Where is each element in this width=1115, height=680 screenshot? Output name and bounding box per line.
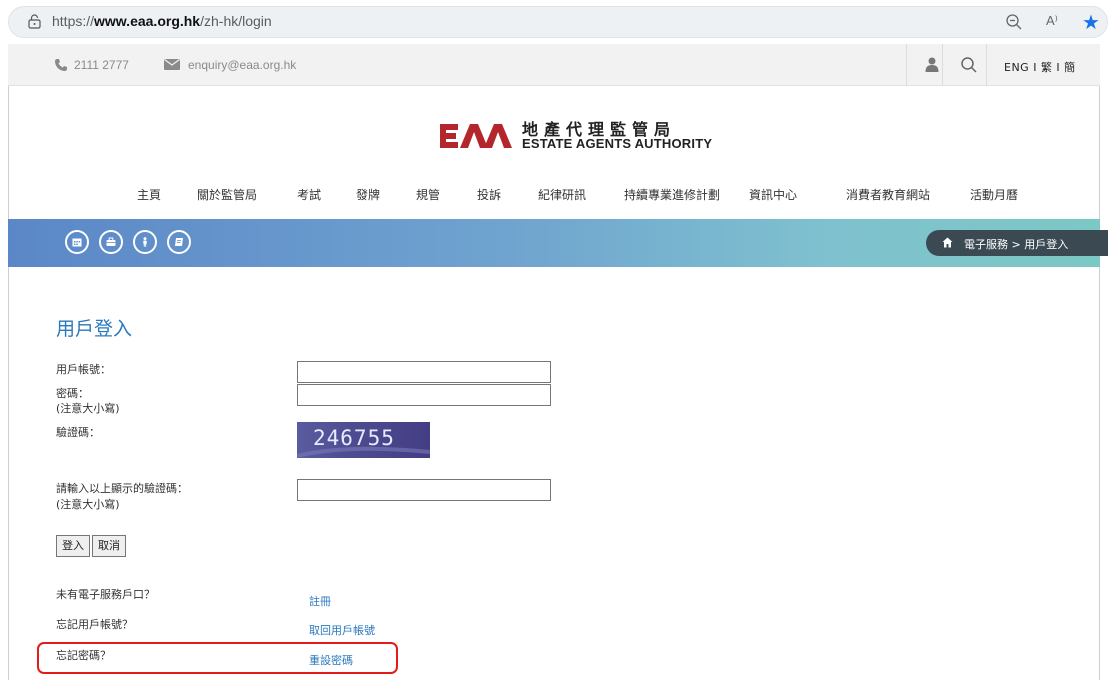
nav-item-home[interactable]: 主頁 <box>137 186 161 203</box>
breadcrumb: 電子服務 > 用戶登入 <box>926 230 1108 256</box>
nav-item-cpd[interactable]: 持續專業進修計劃 <box>624 186 720 203</box>
captcha-label: 驗證碼： <box>56 426 100 439</box>
nav-item-regulation[interactable]: 規管 <box>416 186 440 203</box>
phone-icon <box>55 59 67 71</box>
logo-english-name: ESTATE AGENTS AUTHORITY <box>522 136 713 151</box>
phone-number[interactable]: 2111 2777 <box>74 58 129 72</box>
divider <box>906 44 907 86</box>
browser-address-bar: https://www.eaa.org.hk/zh-hk/login A⁾ ★ <box>0 0 1115 44</box>
calendar-icon[interactable] <box>65 230 89 254</box>
nav-item-complaints[interactable]: 投訴 <box>477 186 501 203</box>
nav-item-about[interactable]: 關於監管局 <box>197 186 257 203</box>
register-link[interactable]: 註冊 <box>309 593 331 609</box>
password-label: 密碼： <box>56 387 89 400</box>
person-icon[interactable] <box>133 230 157 254</box>
username-label: 用戶帳號： <box>56 363 111 376</box>
nav-item-consumer-education[interactable]: 消費者教育網站 <box>846 186 930 203</box>
no-account-question: 未有電子服務戶口？ <box>56 588 155 601</box>
email-link[interactable]: enquiry@eaa.org.hk <box>188 58 296 72</box>
captcha-image: 246755 <box>297 422 430 458</box>
page-banner: 電子服務 > 用戶登入 <box>8 219 1108 267</box>
url-text[interactable]: https://www.eaa.org.hk/zh-hk/login <box>52 13 272 29</box>
divider <box>942 44 943 86</box>
breadcrumb-separator: > <box>1011 238 1021 251</box>
mail-icon <box>164 59 180 70</box>
briefcase-icon[interactable] <box>99 230 123 254</box>
breadcrumb-eservices[interactable]: 電子服務 <box>964 238 1008 251</box>
forgot-username-question: 忘記用戶帳號？ <box>56 618 133 631</box>
search-icon[interactable] <box>960 56 978 74</box>
main-nav: 主頁 關於監管局 考試 發牌 規管 投訴 紀律研訊 持續專業進修計劃 資訊中心 … <box>0 186 1115 206</box>
favorite-star-icon[interactable]: ★ <box>1082 10 1100 34</box>
password-case-note: (注意大小寫) <box>56 402 120 415</box>
page-frame-right <box>1099 44 1100 680</box>
nav-item-disciplinary[interactable]: 紀律研訊 <box>538 186 586 203</box>
zoom-out-icon[interactable] <box>1005 13 1023 31</box>
nav-item-licensing[interactable]: 發牌 <box>356 186 380 203</box>
read-aloud-icon[interactable]: A⁾ <box>1046 13 1058 29</box>
divider <box>986 44 987 86</box>
eaa-logo-mark[interactable] <box>440 122 512 150</box>
page-title: 用戶登入 <box>56 318 133 340</box>
login-button[interactable]: 登入 <box>56 535 90 557</box>
lock-icon[interactable] <box>28 14 41 29</box>
captcha-input[interactable] <box>297 479 551 501</box>
captcha-code: 246755 <box>313 426 395 450</box>
nav-item-calendar[interactable]: 活動月曆 <box>970 186 1018 203</box>
captcha-case-note: (注意大小寫) <box>56 498 120 511</box>
cancel-button[interactable]: 取消 <box>92 535 126 557</box>
top-info-bar: 2111 2777 enquiry@eaa.org.hk ENG I 繁 I 簡 <box>8 44 1100 86</box>
nav-item-info-centre[interactable]: 資訊中心 <box>749 186 797 203</box>
nav-item-exam[interactable]: 考試 <box>297 186 321 203</box>
username-input[interactable] <box>297 361 551 383</box>
breadcrumb-current: 用戶登入 <box>1024 238 1069 251</box>
user-icon[interactable] <box>925 57 939 72</box>
page-frame-left <box>8 44 9 680</box>
retrieve-username-link[interactable]: 取回用戶帳號 <box>309 622 375 638</box>
password-input[interactable] <box>297 384 551 406</box>
captcha-input-label: 請輸入以上顯示的驗證碼： <box>56 482 188 495</box>
home-icon[interactable] <box>942 237 953 248</box>
language-switcher[interactable]: ENG I 繁 I 簡 <box>1004 59 1076 75</box>
highlight-box <box>37 642 398 674</box>
book-icon[interactable] <box>167 230 191 254</box>
